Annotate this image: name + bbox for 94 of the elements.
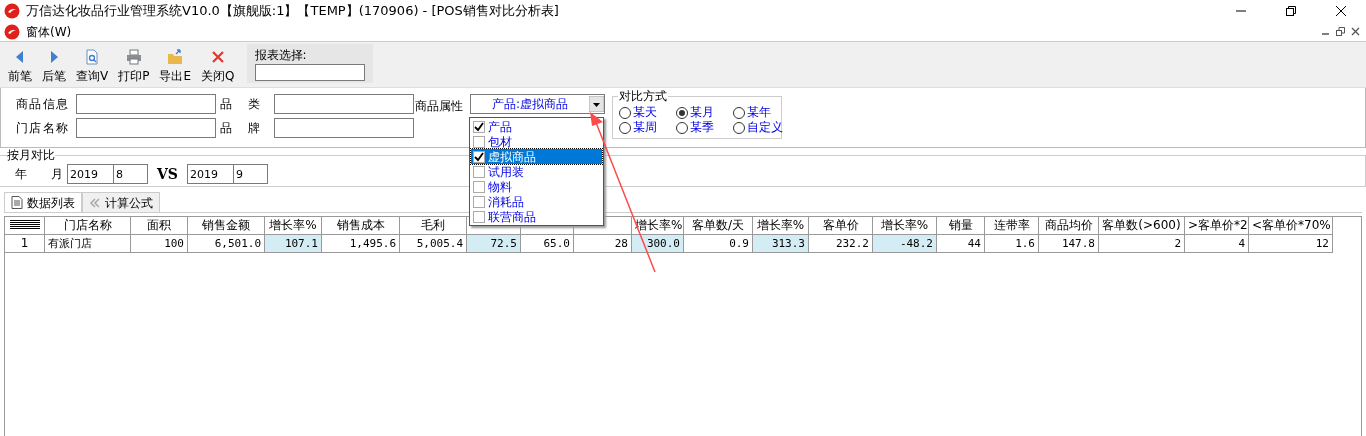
search-icon bbox=[84, 49, 101, 65]
dropdown-option[interactable]: 虚拟商品 bbox=[471, 149, 602, 164]
table-cell: 2 bbox=[1099, 235, 1185, 253]
column-header[interactable]: 销量 bbox=[937, 217, 985, 235]
checkbox[interactable] bbox=[473, 120, 485, 133]
column-header[interactable]: 毛利 bbox=[400, 217, 467, 235]
dropdown-option[interactable]: 消耗品 bbox=[471, 194, 602, 209]
toolbar-button[interactable]: 导出E bbox=[155, 49, 196, 83]
year-field[interactable]: 2019 bbox=[67, 164, 114, 184]
toolbar-button[interactable]: 后笔 bbox=[38, 49, 70, 83]
checkbox[interactable] bbox=[473, 210, 485, 223]
radio-option[interactable]: 某年 bbox=[733, 105, 785, 120]
year-field[interactable]: 2019 bbox=[187, 164, 234, 184]
table-cell: 12 bbox=[1249, 235, 1333, 253]
column-header[interactable]: 客单数(>600) bbox=[1099, 217, 1185, 235]
table-cell: 有派门店 bbox=[45, 235, 131, 253]
checkbox[interactable] bbox=[473, 150, 485, 163]
radio-option[interactable]: 自定义 bbox=[733, 120, 785, 135]
menu-item[interactable]: 窗体(W) bbox=[26, 22, 72, 41]
close-icon[interactable] bbox=[1336, 6, 1346, 16]
dropdown-value: 产品:虚拟商品 bbox=[490, 96, 569, 113]
text-field[interactable] bbox=[76, 94, 216, 114]
printer-icon bbox=[125, 49, 142, 65]
field-label: 品 牌 bbox=[220, 120, 260, 137]
table-cell: 44 bbox=[937, 235, 985, 253]
folder-icon bbox=[167, 49, 184, 65]
vs-label: VS bbox=[157, 164, 178, 184]
column-header[interactable]: 销售成本 bbox=[322, 217, 400, 235]
table-cell: 100 bbox=[131, 235, 188, 253]
toolbar-button[interactable]: 关闭Q bbox=[197, 49, 239, 83]
dropdown-option[interactable]: 物料 bbox=[471, 179, 602, 194]
radio-option[interactable]: 某周 bbox=[619, 120, 676, 135]
column-header[interactable]: 销售金额 bbox=[188, 217, 265, 235]
field-label: 年 月 bbox=[15, 166, 63, 183]
field-label: 品 类 bbox=[220, 96, 260, 113]
text-field[interactable] bbox=[274, 94, 414, 114]
close-icon[interactable] bbox=[1351, 27, 1360, 36]
window-title: 万信达化妆品行业管理系统V10.0【旗舰版:1】【TEMP】(170906) - [POS销售对比分析表] bbox=[26, 2, 559, 21]
table-cell: 1.6 bbox=[985, 235, 1039, 253]
dropdown-option[interactable]: 联营商品 bbox=[471, 209, 602, 224]
dropdown-option[interactable]: 产品 bbox=[471, 119, 602, 134]
table-cell: 1,495.6 bbox=[322, 235, 400, 253]
table-cell: 147.8 bbox=[1039, 235, 1099, 253]
field-label: 门店名称 bbox=[16, 120, 68, 137]
report-select-field[interactable] bbox=[254, 64, 365, 81]
tab[interactable]: 计算公式 bbox=[82, 192, 160, 212]
column-header[interactable]: 商品均价 bbox=[1039, 217, 1099, 235]
toolbar-button[interactable]: 打印P bbox=[114, 49, 154, 83]
month-field[interactable]: 9 bbox=[234, 164, 268, 184]
column-header[interactable]: 客单数/天 bbox=[684, 217, 753, 235]
group-title: 对比方式 bbox=[618, 89, 668, 103]
app-logo-icon bbox=[4, 3, 20, 19]
field-label: 报表选择: bbox=[254, 47, 308, 64]
group-title: 按月对比 bbox=[7, 148, 55, 162]
tab[interactable]: 数据列表 bbox=[4, 192, 82, 212]
field-label: 商品属性 bbox=[415, 98, 463, 115]
restore-icon[interactable] bbox=[1286, 6, 1296, 16]
table-cell: 313.3 bbox=[753, 235, 809, 253]
toolbar-button[interactable]: 查询V bbox=[72, 49, 113, 83]
radio-option[interactable]: 某季 bbox=[676, 120, 733, 135]
toolbar-button[interactable]: 前笔 bbox=[4, 49, 36, 83]
table-cell: 4 bbox=[1185, 235, 1249, 253]
dropdown-option[interactable]: 包材 bbox=[471, 134, 602, 149]
checkbox[interactable] bbox=[473, 135, 485, 148]
radio-option[interactable]: 某月 bbox=[676, 105, 733, 120]
table-cell: 72.5 bbox=[467, 235, 521, 253]
field-label: 商品信息 bbox=[16, 96, 68, 113]
month-field[interactable]: 8 bbox=[114, 164, 148, 184]
checkbox[interactable] bbox=[473, 195, 485, 208]
document-icon bbox=[11, 196, 23, 209]
close-icon bbox=[209, 49, 226, 65]
column-header[interactable]: 面积 bbox=[131, 217, 188, 235]
column-header[interactable]: >客单价*2 bbox=[1185, 217, 1249, 235]
radio-option[interactable]: 某天 bbox=[619, 105, 676, 120]
row-number: 1 bbox=[5, 235, 45, 253]
table-cell: 300.0 bbox=[632, 235, 684, 253]
column-header[interactable]: <客单价*70% bbox=[1249, 217, 1333, 235]
checkbox[interactable] bbox=[473, 180, 485, 193]
grid-menu-icon[interactable] bbox=[9, 220, 40, 229]
restore-icon[interactable] bbox=[1336, 27, 1345, 36]
dropdown-arrow-icon[interactable] bbox=[589, 96, 604, 112]
table-cell: 107.1 bbox=[265, 235, 322, 253]
table-cell: 65.0 bbox=[521, 235, 574, 253]
table-cell: -48.2 bbox=[873, 235, 937, 253]
dropdown-option[interactable]: 试用装 bbox=[471, 164, 602, 179]
column-header[interactable]: 客单价 bbox=[809, 217, 873, 235]
text-field[interactable] bbox=[274, 118, 414, 138]
double-chevron-icon bbox=[89, 196, 101, 209]
column-header[interactable]: 连带率 bbox=[985, 217, 1039, 235]
text-field[interactable] bbox=[76, 118, 216, 138]
dropdown[interactable]: 产品:虚拟商品 bbox=[470, 94, 605, 114]
column-header[interactable]: 门店名称 bbox=[45, 217, 131, 235]
app-logo-icon bbox=[4, 23, 20, 40]
checkbox[interactable] bbox=[473, 165, 485, 178]
